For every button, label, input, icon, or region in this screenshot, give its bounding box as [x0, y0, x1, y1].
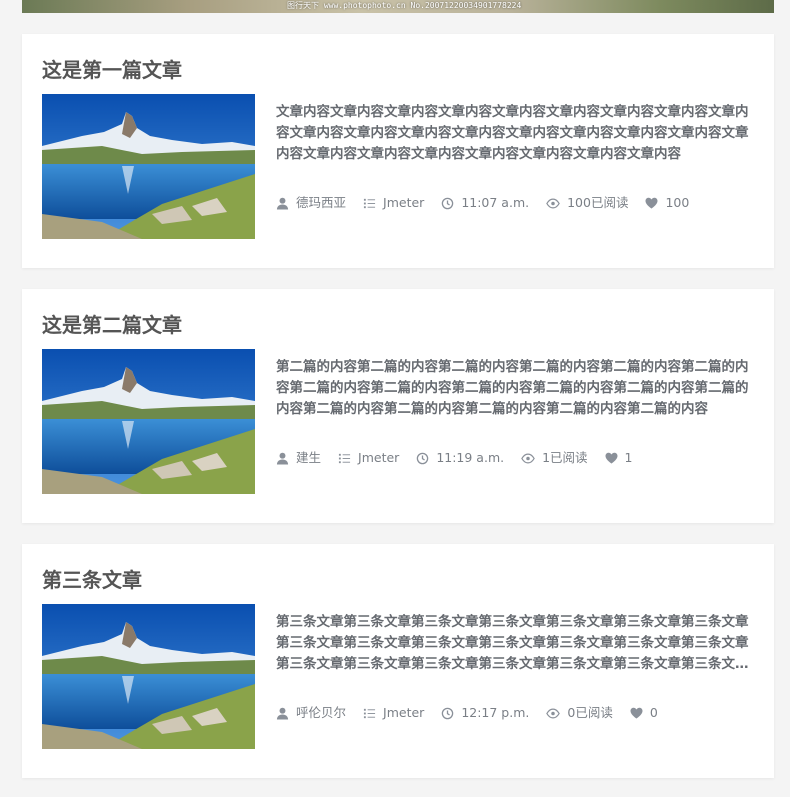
post-likes: 0 — [649, 705, 658, 720]
post-excerpt: 第二篇的内容第二篇的内容第二篇的内容第二篇的内容第二篇的内容第二篇的内容第二篇的… — [276, 359, 749, 417]
post-thumbnail[interactable] — [42, 94, 255, 239]
post-views-item: 100已阅读 — [546, 194, 628, 212]
post-views-item: 0已阅读 — [546, 704, 613, 722]
eye-icon — [546, 198, 560, 208]
eye-icon — [521, 453, 535, 463]
clock-icon — [417, 452, 429, 464]
post-author: 呼伦贝尔 — [296, 705, 347, 720]
clock-icon — [442, 197, 454, 209]
heart-icon — [645, 197, 658, 209]
clock-icon — [442, 707, 454, 719]
user-icon — [276, 707, 289, 720]
post-title[interactable]: 这是第一篇文章 — [42, 56, 182, 84]
like-button[interactable]: 0 — [630, 704, 658, 722]
post-meta: 德玛西亚 Jmeter 11:07 a.m. 100已阅读 100 — [276, 194, 706, 212]
post-thumbnail[interactable] — [42, 349, 255, 494]
post-views-item: 1已阅读 — [521, 449, 588, 467]
post-time-item: 12:17 p.m. — [441, 704, 529, 722]
user-icon — [276, 452, 289, 465]
heart-icon — [605, 452, 618, 464]
eye-icon — [546, 708, 561, 718]
post-card: 这是第一篇文章 文章内容文章内容文章内容文章内容文章内容文章内容文章内容文章内容 — [22, 34, 774, 268]
mountain-lake-image — [42, 349, 255, 494]
post-meta: 建生 Jmeter 11:19 a.m. 1已阅读 1 — [276, 449, 650, 467]
post-likes: 100 — [665, 195, 690, 210]
author-link[interactable]: 呼伦贝尔 — [276, 704, 346, 722]
category-link[interactable]: Jmeter — [363, 194, 424, 212]
post-views: 100已阅读 — [567, 195, 629, 210]
post-views: 1已阅读 — [542, 450, 588, 465]
user-icon — [276, 197, 289, 210]
post-excerpt: 第三条文章第三条文章第三条文章第三条文章第三条文章第三条文章第三条文章第三条文章… — [276, 614, 749, 672]
post-category: Jmeter — [383, 705, 425, 720]
author-link[interactable]: 德玛西亚 — [276, 194, 346, 212]
list-icon — [338, 453, 351, 463]
post-card: 第三条文章 第三条文章第三条文章第三条文章第三条文章第三条文章第三条文章第三条文 — [22, 544, 774, 778]
post-title[interactable]: 这是第二篇文章 — [42, 311, 182, 339]
post-time: 12:17 p.m. — [461, 705, 530, 720]
banner-watermark: 图行天下 www.photophoto.cn No.20071220034901… — [287, 1, 522, 10]
list-icon — [363, 198, 376, 208]
post-meta: 呼伦贝尔 Jmeter 12:17 p.m. 0已阅读 0 — [276, 704, 675, 722]
like-button[interactable]: 1 — [605, 449, 633, 467]
category-link[interactable]: Jmeter — [363, 704, 424, 722]
like-button[interactable]: 100 — [645, 194, 689, 212]
post-card: 这是第二篇文章 第二篇的内容第二篇的内容第二篇的内容第二篇的内容第二篇的内容第二 — [22, 289, 774, 523]
post-author: 建生 — [296, 450, 322, 465]
mountain-lake-image — [42, 604, 255, 749]
list-icon — [363, 708, 376, 718]
author-link[interactable]: 建生 — [276, 449, 321, 467]
post-author: 德玛西亚 — [296, 195, 347, 210]
post-likes: 1 — [624, 450, 633, 465]
post-views: 0已阅读 — [567, 705, 613, 720]
post-category: Jmeter — [358, 450, 400, 465]
top-banner-image[interactable]: 图行天下 www.photophoto.cn No.20071220034901… — [22, 0, 774, 13]
post-time-item: 11:19 a.m. — [416, 449, 504, 467]
heart-icon — [630, 707, 643, 719]
post-time-item: 11:07 a.m. — [441, 194, 529, 212]
post-category: Jmeter — [383, 195, 425, 210]
post-excerpt: 文章内容文章内容文章内容文章内容文章内容文章内容文章内容文章内容文章内容文章内容… — [276, 104, 749, 162]
post-time: 11:19 a.m. — [436, 450, 505, 465]
post-time: 11:07 a.m. — [461, 195, 530, 210]
post-thumbnail[interactable] — [42, 604, 255, 749]
category-link[interactable]: Jmeter — [338, 449, 399, 467]
mountain-lake-image — [42, 94, 255, 239]
post-title[interactable]: 第三条文章 — [42, 566, 142, 594]
